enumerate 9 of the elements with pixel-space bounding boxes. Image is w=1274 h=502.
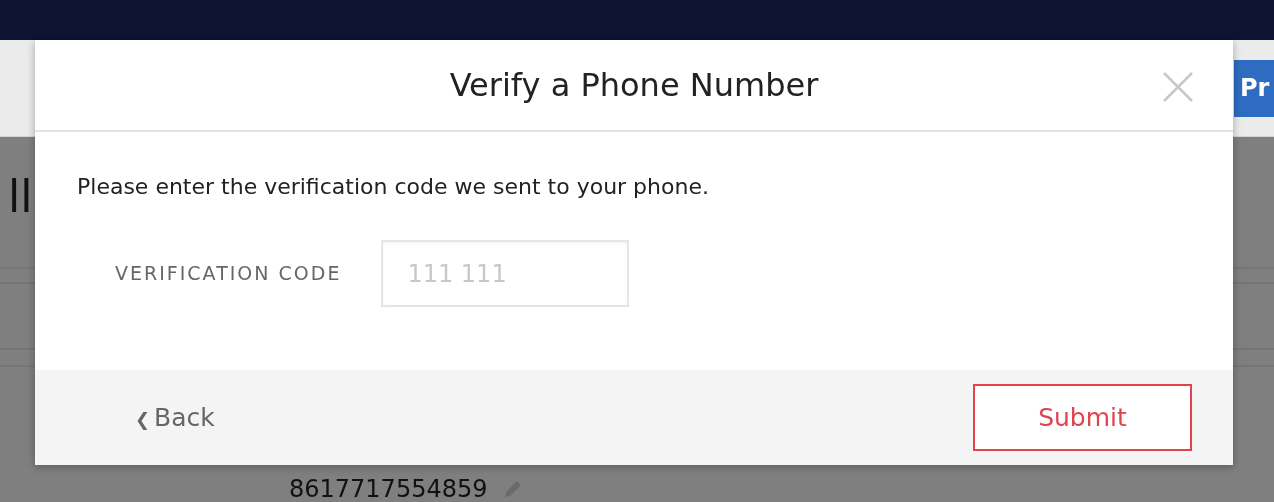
field-label: VERIFICATION CODE <box>115 261 342 287</box>
submit-button[interactable]: Submit <box>973 384 1192 451</box>
header-button[interactable]: Pr <box>1234 59 1274 117</box>
modal-title: Verify a Phone Number <box>449 65 819 105</box>
close-icon[interactable] <box>1163 72 1193 102</box>
back-link[interactable]: ❮ Back <box>135 398 215 437</box>
page-heading: ll <box>8 175 33 219</box>
instruction-text: Please enter the verification code we sent to your phone. <box>77 173 710 201</box>
phone-number: 8617717554859 <box>289 477 488 501</box>
